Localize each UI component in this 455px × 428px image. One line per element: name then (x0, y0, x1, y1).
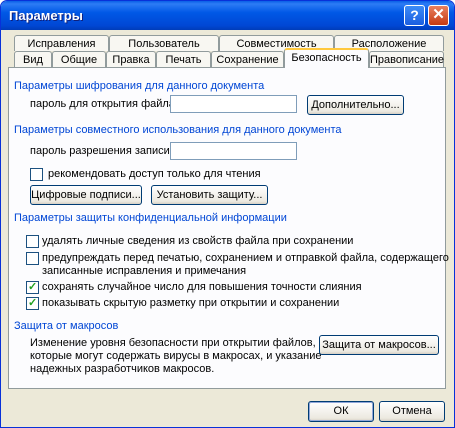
ok-button[interactable]: ОК (308, 401, 374, 422)
encryption-heading: Параметры шифрования для данного докумен… (14, 80, 265, 92)
title-bar[interactable]: Параметры ? ✕ (1, 1, 454, 30)
close-icon: ✕ (432, 6, 445, 23)
dialog-title: Параметры (9, 8, 83, 23)
macro-security-button[interactable]: Защита от макросов... (319, 335, 439, 355)
tab-print[interactable]: Печать (156, 51, 211, 67)
check-mark-icon: ✓ (28, 297, 38, 309)
write-password-label: пароль разрешения записи: (30, 145, 173, 157)
sharing-heading: Параметры совместного использования для … (14, 124, 342, 136)
open-password-label: пароль для открытия файла: (30, 98, 178, 110)
read-only-checkbox[interactable] (30, 168, 43, 181)
warn-tracked-changes-label: предупреждать перед печатью, сохранением… (42, 252, 449, 264)
macro-description-line1: Изменение уровня безопасности при открыт… (30, 337, 316, 349)
tab-edit[interactable]: Правка (106, 51, 156, 67)
cancel-button[interactable]: Отмена (379, 401, 445, 422)
digital-signatures-button[interactable]: Цифровые подписи... (30, 185, 142, 205)
show-hidden-markup-label: показывать скрытую разметку при открытии… (42, 297, 340, 309)
tab-view[interactable]: Вид (14, 51, 52, 67)
help-button[interactable]: ? (404, 5, 425, 26)
store-random-number-checkbox[interactable]: ✓ (26, 281, 39, 294)
store-random-number-label: сохранять случайное число для повышения … (42, 281, 362, 293)
write-password-field[interactable] (170, 142, 297, 160)
macro-description-line3: надежных разработчиков макросов. (30, 363, 215, 375)
close-button[interactable]: ✕ (428, 5, 449, 26)
privacy-heading: Параметры защиты конфиденциальной информ… (14, 212, 287, 224)
macro-heading: Защита от макросов (14, 320, 119, 332)
macro-description-line2: которые могут содержать вирусы в макроса… (30, 350, 322, 362)
warn-tracked-changes-checkbox[interactable] (26, 252, 39, 265)
warn-tracked-changes-label-line2: записанные исправления и примечания (42, 265, 247, 277)
options-dialog: Параметры ? ✕ Исправления Пользователь С… (0, 0, 455, 428)
tab-revisions[interactable]: Исправления (14, 35, 109, 51)
tab-spelling[interactable]: Правописание (369, 51, 444, 67)
tab-security[interactable]: Безопасность (284, 48, 369, 68)
tab-user[interactable]: Пользователь (109, 35, 219, 51)
show-hidden-markup-checkbox[interactable]: ✓ (26, 297, 39, 310)
read-only-label: рекомендовать доступ только для чтения (48, 168, 261, 180)
protect-document-button[interactable]: Установить защиту... (151, 185, 268, 205)
check-mark-icon: ✓ (28, 281, 38, 293)
tab-save[interactable]: Сохранение (211, 51, 284, 67)
tab-general[interactable]: Общие (52, 51, 106, 67)
remove-personal-info-label: удалять личные сведения из свойств файла… (42, 235, 354, 247)
advanced-button[interactable]: Дополнительно... (307, 95, 404, 115)
open-password-field[interactable] (170, 95, 297, 113)
help-icon: ? (410, 7, 419, 23)
remove-personal-info-checkbox[interactable] (26, 235, 39, 248)
